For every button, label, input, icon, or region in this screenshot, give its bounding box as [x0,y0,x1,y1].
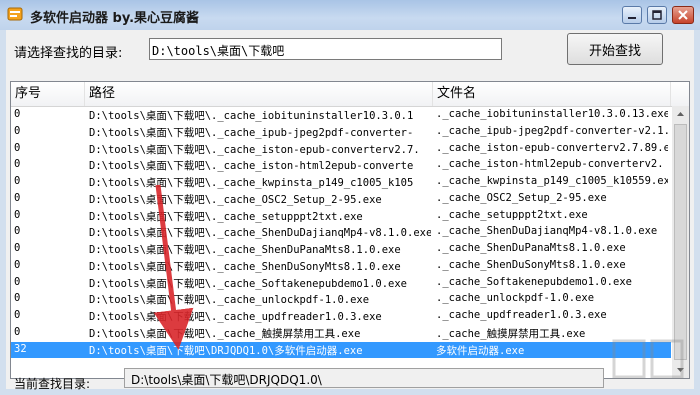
app-window: 多软件启动器 by.果心豆腐酱 请选择查找的目录: D:\tools\桌面\下载… [0,0,700,395]
annotation-arrow-icon [153,184,194,350]
watermark-logo-icon [612,339,684,379]
